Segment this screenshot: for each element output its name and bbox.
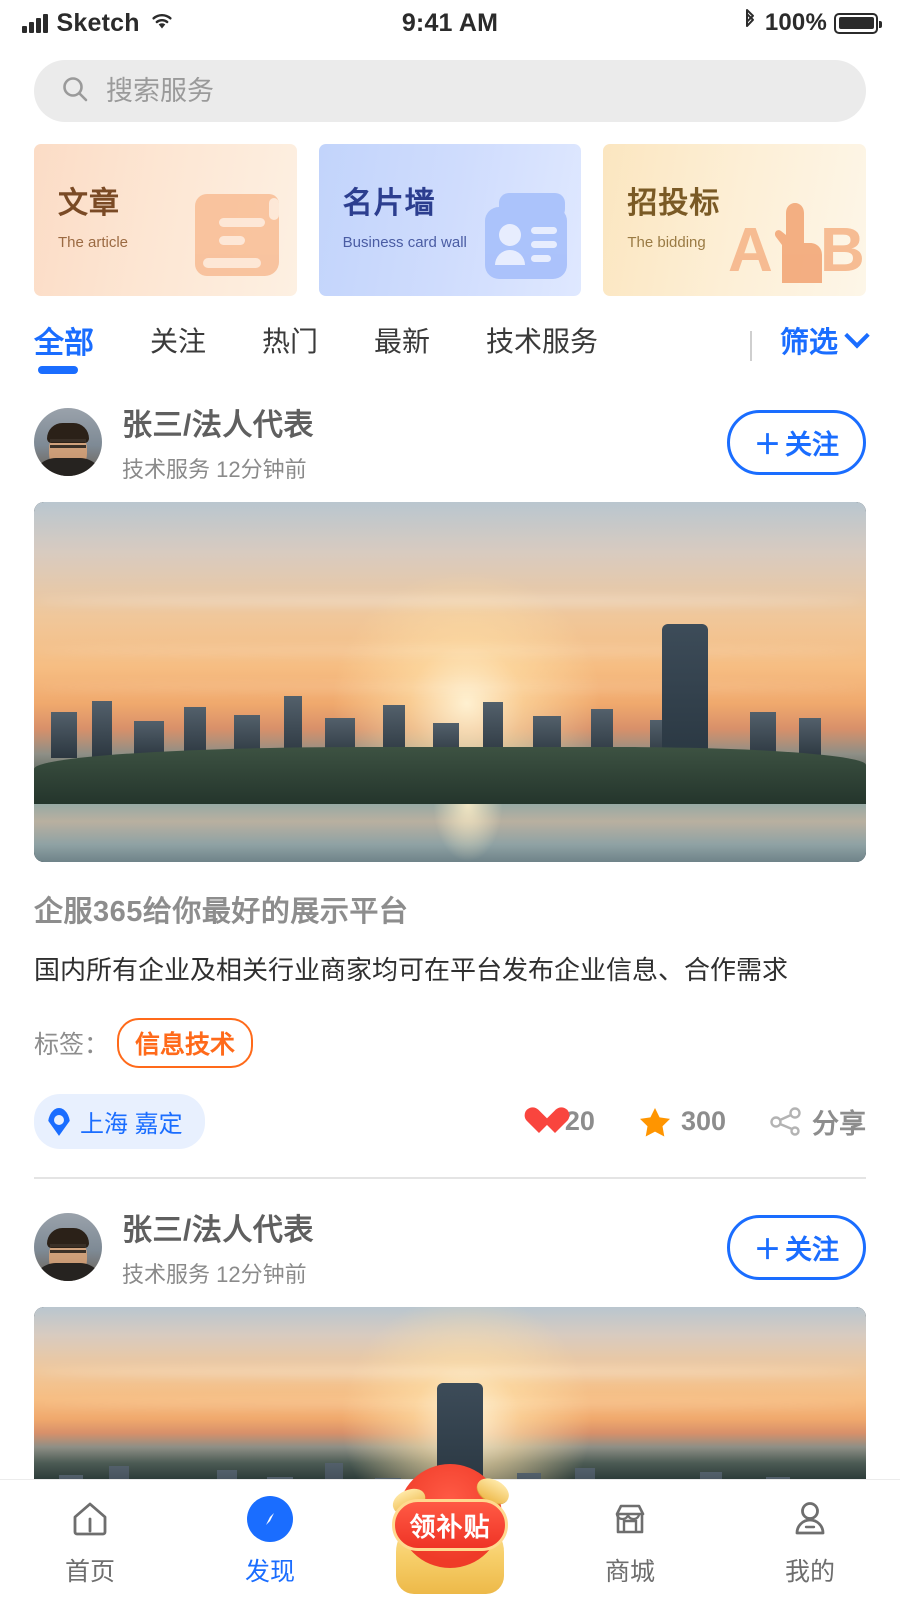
avatar[interactable]: [34, 1213, 102, 1282]
feed-post[interactable]: 张三/法人代表 技术服务 12分钟前 ＋ 关注: [34, 374, 866, 1180]
search-icon: [60, 74, 90, 109]
banner-card-subtitle: The bidding: [627, 234, 706, 251]
share-action[interactable]: 分享: [770, 1102, 866, 1141]
plus-icon: ＋: [754, 429, 781, 460]
subsidy-label: 领补贴: [392, 1499, 508, 1551]
clock: 9:41 AM: [401, 8, 499, 37]
share-icon: [770, 1107, 802, 1137]
post-title: 企服365给你最好的展示平台: [34, 896, 409, 928]
location-label: 上海 嘉定: [80, 1111, 183, 1139]
post-image[interactable]: [34, 502, 866, 862]
search-input[interactable]: [106, 75, 840, 107]
banner-card-article[interactable]: 文章 The article: [34, 144, 297, 296]
tab-newest[interactable]: 最新: [374, 320, 430, 372]
star-count: 300: [680, 1106, 726, 1137]
banner-card-title: 文章: [58, 187, 120, 220]
post-tag-row: 标签： 信息技术: [34, 1018, 866, 1069]
person-icon: [787, 1496, 833, 1542]
follow-label: 关注: [785, 1234, 839, 1265]
tab-divider: [749, 331, 752, 361]
post-meta-line: 技术服务 12分钟前: [122, 457, 307, 482]
status-bar: Sketch 9:41 AM 100%: [0, 0, 900, 46]
tag-chip[interactable]: 信息技术: [117, 1018, 254, 1069]
nav-item-store[interactable]: 商城: [540, 1496, 720, 1588]
post-author-name: 张三/法人代表: [122, 1214, 314, 1248]
plus-icon: ＋: [754, 1234, 781, 1265]
banner-card-subtitle: The article: [58, 234, 129, 251]
post-body: 国内所有企业及相关行业商家均可在平台发布企业信息、合作需求: [34, 955, 789, 985]
battery-full-icon: [834, 12, 882, 34]
banner-card-business-card-wall[interactable]: 名片墙 Business card wall: [318, 144, 582, 296]
like-count: 20: [564, 1106, 595, 1137]
post-header: 张三/法人代表 技术服务 12分钟前 ＋ 关注: [34, 1205, 866, 1289]
post-author-name: 张三/法人代表: [122, 409, 314, 442]
tag-label: 标签：: [34, 1031, 110, 1060]
banner-card-subtitle: Business card wall: [342, 234, 467, 251]
follow-button[interactable]: ＋ 关注: [727, 409, 866, 475]
chevron-down-icon: [844, 323, 870, 349]
nav-item-discover[interactable]: 发现: [180, 1496, 360, 1588]
tab-following[interactable]: 关注: [150, 320, 206, 372]
nav-label: 发现: [244, 1558, 295, 1586]
tab-all[interactable]: 全部: [34, 318, 94, 374]
filter-button[interactable]: 筛选: [779, 319, 870, 373]
nav-item-home[interactable]: 首页: [0, 1496, 180, 1588]
battery-percent-label: 100%: [764, 9, 827, 36]
carrier-label: Sketch: [56, 8, 140, 37]
filter-label: 筛选: [779, 327, 838, 359]
home-icon: [67, 1496, 113, 1542]
post-meta-line: 技术服务 12分钟前: [122, 1262, 307, 1288]
follow-button[interactable]: ＋ 关注: [727, 1214, 866, 1280]
bluetooth-icon: [742, 8, 758, 39]
status-bar-right: 100%: [498, 8, 882, 39]
nav-label: 商城: [604, 1558, 655, 1586]
subsidy-button[interactable]: 领补贴: [386, 1456, 514, 1594]
star-action[interactable]: 300: [639, 1106, 726, 1137]
banner-card-title: 名片墙: [342, 187, 436, 220]
heart-icon: [525, 1108, 555, 1136]
signal-bars-icon: [22, 13, 48, 33]
post-header: 张三/法人代表 技术服务 12分钟前 ＋ 关注: [34, 400, 866, 484]
avatar[interactable]: [34, 408, 102, 476]
nav-label: 首页: [64, 1558, 115, 1586]
wifi-icon: [149, 9, 175, 38]
star-icon: [639, 1107, 671, 1137]
like-action[interactable]: 20: [525, 1106, 595, 1137]
post-action-row: 上海 嘉定 20 300 分享: [34, 1094, 866, 1150]
follow-label: 关注: [785, 429, 839, 460]
nav-label: 我的: [784, 1558, 835, 1586]
post-author-block: 张三/法人代表 技术服务 12分钟前: [122, 400, 707, 484]
banner-card-title: 招投标: [627, 187, 721, 220]
tab-hot[interactable]: 热门: [262, 320, 318, 372]
skyline-silhouette: [34, 678, 866, 758]
location-chip[interactable]: 上海 嘉定: [34, 1094, 205, 1150]
status-bar-left: Sketch: [22, 9, 402, 38]
post-author-block: 张三/法人代表 技术服务 12分钟前: [122, 1205, 707, 1289]
share-label: 分享: [812, 1109, 866, 1140]
feed-tab-bar: 全部 关注 热门 最新 技术服务 筛选: [0, 296, 900, 374]
location-pin-icon: [48, 1108, 70, 1136]
tab-tech-service[interactable]: 技术服务: [486, 320, 598, 372]
app-screen: Sketch 9:41 AM 100% 文章 The article: [0, 0, 900, 1600]
search-bar[interactable]: [34, 60, 866, 122]
nav-item-profile[interactable]: 我的: [720, 1496, 900, 1588]
store-icon: [607, 1496, 653, 1542]
compass-icon: [247, 1496, 293, 1542]
banner-card-row: 文章 The article 名片墙 Business card wall 招投…: [0, 122, 900, 296]
banner-card-bidding[interactable]: 招投标 The bidding A B: [603, 144, 867, 296]
search-section: [0, 46, 900, 122]
feed-list: 张三/法人代表 技术服务 12分钟前 ＋ 关注 企服365给你最好的展示平台 国…: [0, 374, 900, 1508]
